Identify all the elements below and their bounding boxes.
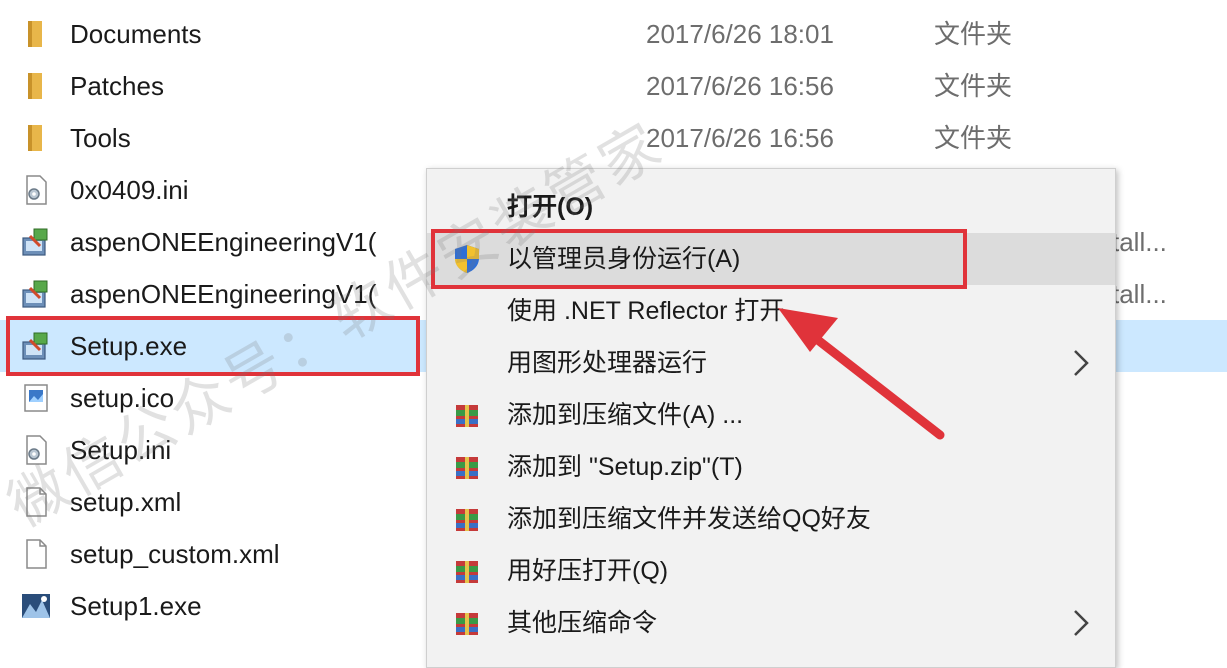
archive-icon (456, 561, 478, 583)
file-type: 文件夹 (934, 71, 1013, 101)
menu-item-label: 其他压缩命令 (507, 609, 658, 637)
file-name: setup_custom.xml (70, 539, 280, 569)
installer-icon (22, 228, 48, 256)
menu-item-label: 添加到压缩文件(A) ... (507, 401, 744, 429)
blank-file-icon (26, 487, 47, 517)
image-file-icon (24, 384, 48, 412)
annotation-arrow (778, 308, 945, 440)
annotation-box-setup (6, 316, 420, 376)
file-name: setup.xml (70, 487, 182, 517)
app-icon (22, 594, 50, 618)
menu-item-label: 使用 .NET Reflector 打开 (507, 297, 785, 325)
menu-item-label: 添加到压缩文件并发送给QQ好友 (507, 505, 871, 533)
folder-icon (28, 125, 42, 151)
menu-item-other-archive-commands[interactable]: 其他压缩命令 (427, 597, 1115, 649)
installer-icon (22, 280, 48, 308)
menu-item-open[interactable]: 打开(O) (427, 181, 1115, 233)
file-name: Setup1.exe (70, 591, 202, 621)
file-type: 文件夹 (934, 19, 1013, 49)
file-type: 文件夹 (934, 123, 1013, 153)
file-type: tall... (1112, 279, 1167, 309)
settings-file-icon (26, 435, 47, 465)
file-row[interactable]: Patches 2017/6/26 16:56 文件夹 (0, 60, 1227, 112)
archive-icon (456, 457, 478, 479)
file-date: 2017/6/26 16:56 (646, 71, 834, 101)
menu-item-label: 打开(O) (507, 193, 594, 221)
file-name: aspenONEEngineeringV1( (70, 227, 377, 257)
archive-icon (456, 613, 478, 635)
file-name: Tools (70, 123, 131, 153)
annotation-box-run-as-admin (431, 229, 967, 289)
folder-icon (28, 73, 42, 99)
menu-item-open-with-haozip[interactable]: 用好压打开(Q) (427, 545, 1115, 597)
folder-icon (28, 21, 42, 47)
menu-item-archive-send-qq[interactable]: 添加到压缩文件并发送给QQ好友 (427, 493, 1115, 545)
file-name: Documents (70, 19, 202, 49)
chevron-right-icon (1074, 350, 1089, 376)
blank-file-icon (26, 539, 47, 569)
menu-item-label: 添加到 "Setup.zip"(T) (507, 453, 743, 481)
settings-file-icon (26, 175, 47, 205)
archive-icon (456, 509, 478, 531)
file-name: aspenONEEngineeringV1( (70, 279, 377, 309)
file-name: Patches (70, 71, 164, 101)
archive-icon (456, 405, 478, 427)
chevron-right-icon (1074, 610, 1089, 636)
menu-item-label: 用好压打开(Q) (507, 557, 669, 585)
file-date: 2017/6/26 18:01 (646, 19, 834, 49)
file-date: 2017/6/26 16:56 (646, 123, 834, 153)
file-name: Setup.ini (70, 435, 172, 465)
menu-item-label: 用图形处理器运行 (507, 349, 708, 377)
file-row[interactable]: Tools 2017/6/26 16:56 文件夹 (0, 112, 1227, 164)
file-type: tall... (1112, 227, 1167, 257)
file-row[interactable]: Documents 2017/6/26 18:01 文件夹 (0, 8, 1227, 60)
file-name: 0x0409.ini (70, 175, 189, 205)
file-name: setup.ico (70, 383, 175, 413)
